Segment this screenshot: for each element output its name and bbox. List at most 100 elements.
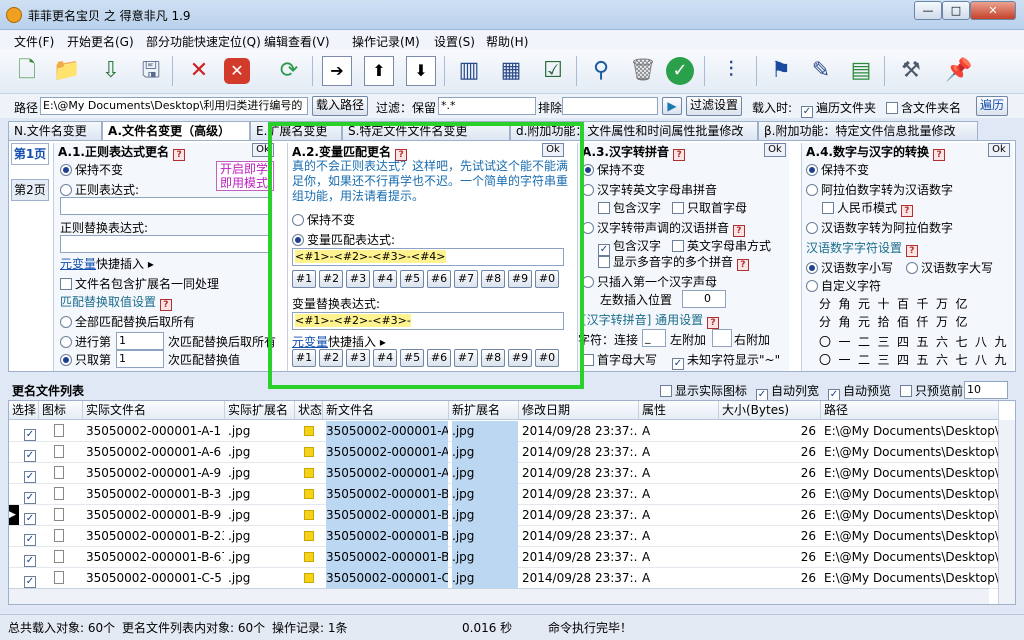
delete-x-icon[interactable]: ✕	[182, 54, 216, 88]
flag-icon[interactable]: ⚑	[764, 54, 798, 88]
match-insert-button[interactable]: #3	[346, 270, 370, 288]
save-icon[interactable]: 🖫	[134, 54, 168, 88]
match-insert-button[interactable]: #5	[400, 270, 424, 288]
preview-count-input[interactable]: 10	[964, 381, 1008, 399]
table-row[interactable]: ✓ 35050002-000001-A-9 .jpg 35050002-000001-…	[9, 463, 999, 484]
table-row[interactable]: ✓ 35050002-000001-B-67 .jpg 35050002-000001…	[9, 547, 999, 568]
replace-insert-button[interactable]: #7	[454, 349, 478, 367]
a1-all-replace-radio[interactable]: 全部匹配替换后取所有	[60, 313, 195, 330]
a1-nth-replace-radio[interactable]: 进行第	[60, 333, 111, 350]
a1-nth-replace-input[interactable]: 1	[116, 332, 164, 350]
column-header[interactable]: 图标	[39, 401, 83, 420]
sliders-icon[interactable]: ⫶	[714, 54, 748, 88]
column-header[interactable]: 实际扩展名	[225, 401, 295, 420]
char-cell[interactable]: 三	[875, 333, 893, 350]
char-cell[interactable]: 元	[855, 295, 873, 312]
panel-a1-ok-button[interactable]: Ok	[252, 143, 274, 157]
show-icon-checkbox[interactable]: 显示实际图标	[660, 382, 747, 399]
help-icon[interactable]: ?	[905, 245, 918, 257]
a3-to-initials-radio[interactable]: 汉字转英文字母串拼音	[582, 181, 717, 198]
move-down-icon[interactable]: ⬇	[406, 56, 436, 86]
edit-doc-icon[interactable]: ✎	[804, 54, 838, 88]
char-cell[interactable]: 十	[875, 295, 893, 312]
a1-include-ext-checkbox[interactable]: 文件名包含扩展名一同处理	[60, 275, 219, 292]
a3-left-add-input[interactable]	[712, 329, 732, 347]
trash-icon[interactable]: 🗑	[626, 54, 660, 88]
a3-connector-input[interactable]: _	[642, 329, 666, 347]
traverse-files-checkbox[interactable]: ✓ 遍历文件夹	[801, 99, 876, 118]
char-cell[interactable]: 分	[816, 313, 834, 330]
column-header[interactable]: 属性	[639, 401, 719, 420]
a3-capitalize-checkbox[interactable]: 首字母大写	[582, 351, 657, 368]
move-up-icon[interactable]: ⬆	[364, 56, 394, 86]
menu-start-rename[interactable]: 开始更名(G)	[67, 33, 134, 50]
move-right-icon[interactable]: ➔	[322, 56, 352, 86]
char-cell[interactable]: 五	[914, 351, 932, 368]
char-cell[interactable]: 九	[992, 351, 1010, 368]
a4-cn-to-arabic-radio[interactable]: 汉语数字转为阿拉伯数字	[806, 219, 953, 236]
char-cell[interactable]: 佰	[894, 313, 912, 330]
columns-icon[interactable]: ▦	[494, 54, 528, 88]
table-row[interactable]: ✓ 35050002-000001-C-5 .jpg 35050002-000001-…	[9, 568, 999, 589]
a4-rmb-mode-checkbox[interactable]: 人民币模式 ?	[822, 199, 913, 217]
tab-file-info-modify[interactable]: β.附加功能：特定文件信息批量修改	[758, 121, 978, 141]
a2-meta-variable-link[interactable]: 元变量	[292, 335, 328, 349]
search-icon[interactable]: ⚲	[584, 54, 618, 88]
new-file-icon[interactable]: 🗋	[10, 54, 44, 88]
char-cell[interactable]: 千	[914, 295, 932, 312]
a3-include-hanzi-checkbox[interactable]: 包含汉字	[598, 199, 661, 216]
match-insert-button[interactable]: #2	[319, 270, 343, 288]
tab-filename-change[interactable]: N.文件名变更	[8, 121, 102, 141]
checklist-icon[interactable]: ☑	[536, 54, 570, 88]
char-cell[interactable]: 〇	[816, 351, 834, 368]
a1-regex-replace-combobox[interactable]	[60, 235, 270, 253]
table-row[interactable]: ✓ 35050002-000001-A-6 .jpg 35050002-000001-…	[9, 442, 999, 463]
a2-keep-radio[interactable]: 保持不变	[292, 211, 355, 228]
a1-keep-radio[interactable]: 保持不变	[60, 161, 123, 178]
replace-insert-button[interactable]: #3	[346, 349, 370, 367]
pin-icon[interactable]: 📌	[942, 54, 976, 88]
tab-extension-change[interactable]: E.扩展名变更	[250, 121, 342, 141]
char-cell[interactable]: 二	[855, 333, 873, 350]
include-folder-checkbox[interactable]: 含文件夹名	[886, 99, 961, 116]
a2-var-replace-combobox[interactable]: <#1>-<#2>-<#3>-	[292, 312, 564, 330]
column-header[interactable]: 修改日期	[519, 401, 639, 420]
select-cell[interactable]: ✓	[12, 568, 38, 589]
minimize-button[interactable]: —	[914, 1, 942, 20]
tab-filename-advanced[interactable]: A.文件名变更（高级）	[102, 121, 250, 142]
column-header[interactable]: 路径	[821, 401, 999, 420]
help-icon[interactable]: ?	[900, 205, 913, 217]
a4-upper-radio[interactable]: 汉语数字大写	[906, 259, 993, 276]
table-row[interactable]: ✓ 35050002-000001-B-9 .jpg 35050002-000001-…	[9, 505, 999, 526]
import-icon[interactable]: ⇩	[94, 54, 128, 88]
replace-insert-button[interactable]: #6	[427, 349, 451, 367]
match-insert-button[interactable]: #7	[454, 270, 478, 288]
char-cell[interactable]: 二	[855, 351, 873, 368]
table-row[interactable]: ✓ 35050002-000001-B-3 .jpg 35050002-000001-…	[9, 484, 999, 505]
a4-arabic-to-cn-radio[interactable]: 阿拉伯数字转为汉语数字	[806, 181, 953, 198]
column-header[interactable]: 实际文件名	[83, 401, 225, 420]
row-select-checkbox[interactable]: ✓	[24, 492, 36, 504]
char-cell[interactable]: 仟	[914, 313, 932, 330]
help-icon[interactable]: ?	[173, 149, 186, 161]
select-cell[interactable]: ✓	[12, 547, 38, 568]
char-cell[interactable]: 三	[875, 351, 893, 368]
panel-a4-ok-button[interactable]: Ok	[988, 143, 1010, 157]
select-cell[interactable]: ✓	[12, 442, 38, 463]
a2-var-match-radio[interactable]: 变量匹配表达式:	[292, 231, 395, 248]
char-cell[interactable]: 六	[933, 351, 951, 368]
char-cell[interactable]: 七	[953, 351, 971, 368]
replace-insert-button[interactable]: #2	[319, 349, 343, 367]
help-icon[interactable]: ?	[159, 299, 172, 311]
play-filter-icon[interactable]: ▶	[662, 97, 682, 115]
menu-help[interactable]: 帮助(H)	[486, 33, 528, 50]
a4-lower-radio[interactable]: 汉语数字小写	[806, 259, 893, 276]
load-path-button[interactable]: 载入路径	[312, 96, 368, 116]
match-insert-button[interactable]: #9	[508, 270, 532, 288]
a3-unknown-char-checkbox[interactable]: ✓ 未知字符显示"~"	[672, 351, 780, 370]
a1-regex-combobox[interactable]	[60, 197, 270, 215]
a1-regex-radio[interactable]: 正则表达式:	[60, 181, 139, 198]
a4-keep-radio[interactable]: 保持不变	[806, 161, 869, 178]
a2-var-match-combobox[interactable]: <#1>-<#2>-<#3>-<#4>	[292, 248, 564, 266]
open-folder-icon[interactable]: 📁	[50, 54, 84, 88]
